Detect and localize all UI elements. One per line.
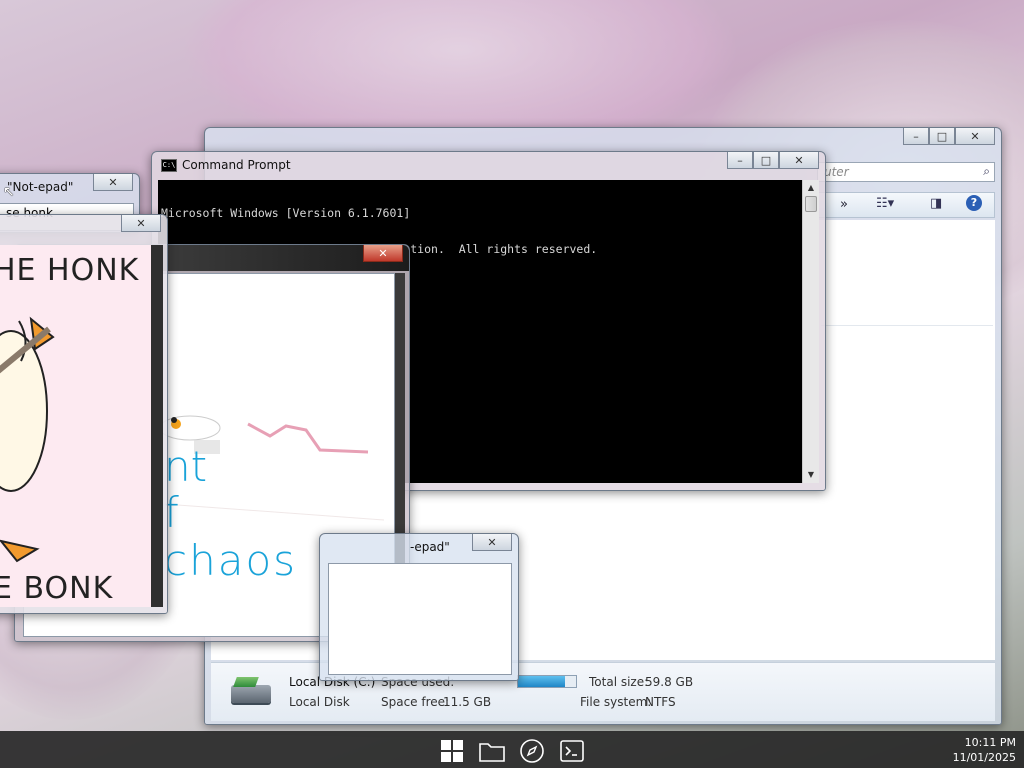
notepad-back-caption: ✕ <box>93 174 133 191</box>
file-system-label: File system: <box>580 695 652 709</box>
explorer-caption-buttons: – □ ✕ <box>903 128 995 145</box>
cmd-scrollbar[interactable]: ▲ ▼ <box>802 180 819 483</box>
start-icon[interactable] <box>439 738 465 764</box>
file-system-value: NTFS <box>645 695 676 709</box>
view-options-icon[interactable]: ☷▾ <box>876 196 894 211</box>
search-icon[interactable]: ⌕ <box>983 164 990 179</box>
poster-scrollbar[interactable] <box>151 245 163 607</box>
space-usage-fill <box>518 676 565 687</box>
clock-date: 11/01/2025 <box>952 751 1016 764</box>
paint-caption: ✕ <box>363 245 403 262</box>
mouse-cursor-icon: ↖ <box>3 184 15 200</box>
total-size-value: 59.8 GB <box>645 675 694 689</box>
cmd-app-icon: C:\ <box>161 159 177 172</box>
poster-image: HE HONK E BONK <box>0 245 151 607</box>
console-line: Microsoft Windows [Version 6.1.7601] <box>161 206 411 220</box>
handwriting-line-1: nt <box>164 442 208 491</box>
poster-bottom-text: E BONK <box>0 571 114 606</box>
explorer-toolbar: » ☷▾ ◨ ? <box>815 192 995 218</box>
search-placeholder: uter <box>824 165 849 179</box>
scroll-down-icon[interactable]: ▼ <box>803 467 819 483</box>
folder-icon[interactable] <box>479 738 505 764</box>
close-button[interactable]: ✕ <box>363 245 403 262</box>
notepad-small-caption: ✕ <box>472 534 512 551</box>
minimize-button[interactable]: – <box>727 152 753 169</box>
handwriting-line-2: f <box>164 488 179 537</box>
goose-illustration <box>0 316 55 563</box>
space-free-value: 11.5 GB <box>443 695 492 709</box>
handwriting-line-3: chaos <box>164 536 298 585</box>
scroll-thumb[interactable] <box>805 196 817 212</box>
poster-caption: ✕ <box>121 215 161 232</box>
system-clock[interactable]: 10:11 PM 11/01/2025 <box>953 735 1016 765</box>
notepad-small-text[interactable] <box>328 563 512 675</box>
notepad-small-window[interactable]: -epad" ✕ <box>319 533 519 681</box>
cmd-caption-buttons: – □ ✕ <box>727 152 819 169</box>
scroll-up-icon[interactable]: ▲ <box>803 180 819 196</box>
total-size-label: Total size: <box>589 675 649 689</box>
preview-pane-icon[interactable]: ◨ <box>930 196 942 211</box>
toolbar-more-button[interactable]: » <box>840 197 848 212</box>
close-button[interactable]: ✕ <box>472 534 512 551</box>
clock-time: 10:11 PM <box>964 736 1016 749</box>
space-free-label: Space free: <box>381 695 450 709</box>
close-button[interactable]: ✕ <box>121 215 161 232</box>
content-divider <box>821 325 993 326</box>
close-button[interactable]: ✕ <box>93 174 133 191</box>
poster-window[interactable]: ✕ HE HONK E BONK <box>0 214 168 614</box>
minimize-button[interactable]: – <box>903 128 929 145</box>
space-usage-bar <box>517 675 577 688</box>
poster-top-text: HE HONK <box>0 253 140 288</box>
drive-type: Local Disk <box>289 695 350 709</box>
explorer-search-box[interactable]: uter ⌕ <box>817 162 995 182</box>
terminal-icon[interactable] <box>559 738 585 764</box>
cmd-title: Command Prompt <box>182 158 291 172</box>
notepad-back-title: "Not-epad" <box>7 180 74 194</box>
drive-icon <box>231 677 271 703</box>
compass-icon[interactable] <box>519 738 545 764</box>
notepad-small-title: -epad" <box>410 540 450 554</box>
close-button[interactable]: ✕ <box>779 152 819 169</box>
close-button[interactable]: ✕ <box>955 128 995 145</box>
maximize-button[interactable]: □ <box>753 152 779 169</box>
paint-handwriting: nt f chaos <box>164 444 297 586</box>
help-icon[interactable]: ? <box>966 195 982 211</box>
maximize-button[interactable]: □ <box>929 128 955 145</box>
taskbar: 10:11 PM 11/01/2025 <box>0 731 1024 768</box>
